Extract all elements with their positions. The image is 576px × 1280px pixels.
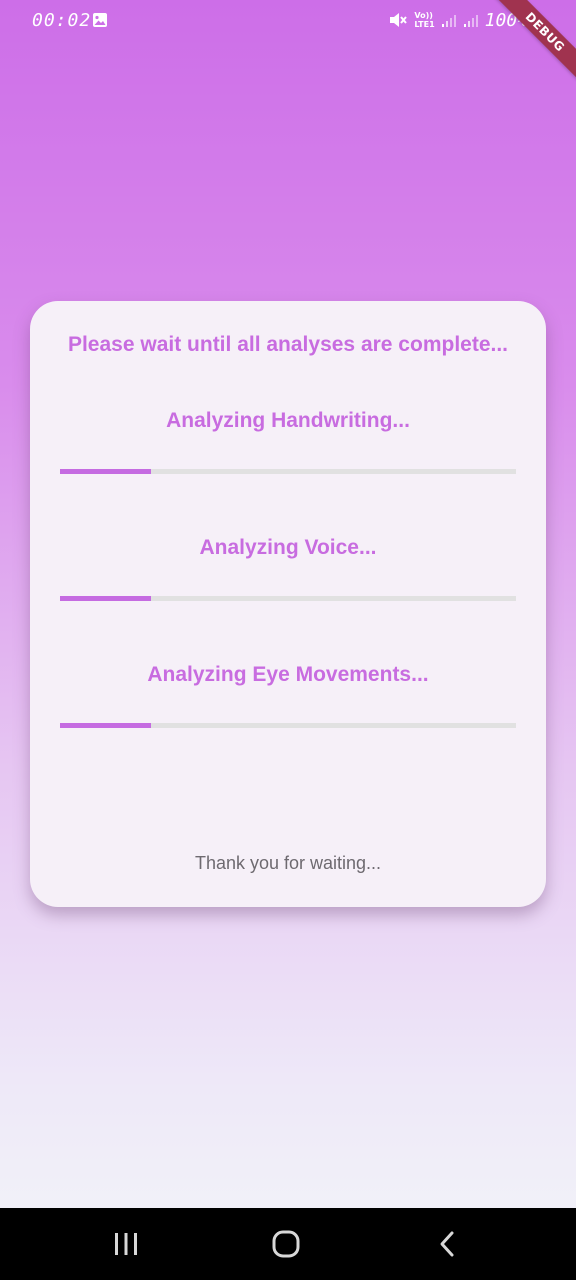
voice-label: Analyzing Voice...	[199, 536, 377, 559]
volte-bottom: LTE1	[414, 20, 435, 29]
status-bar: 00:02 Vo)) LTE1 100%	[0, 0, 576, 40]
analysis-card: Please wait until all analyses are compl…	[30, 301, 546, 907]
recent-apps-icon[interactable]	[110, 1228, 142, 1260]
volte-top: Vo))	[414, 11, 433, 20]
card-title: Please wait until all analyses are compl…	[67, 333, 509, 356]
handwriting-label: Analyzing Handwriting...	[166, 409, 410, 432]
eye-movement-progress-fill	[60, 723, 152, 728]
voice-progress-fill	[60, 596, 152, 601]
handwriting-progress-fill	[60, 469, 152, 474]
status-icons: Vo)) LTE1 100%	[388, 8, 528, 32]
home-icon[interactable]	[270, 1228, 302, 1260]
back-icon[interactable]	[432, 1228, 464, 1260]
voice-progress-bar	[60, 596, 516, 601]
eye-movement-label: Analyzing Eye Movements...	[147, 663, 429, 686]
signal-icon	[441, 15, 456, 27]
volte-indicator: Vo)) LTE1	[414, 11, 434, 29]
eye-movement-progress-bar	[60, 723, 516, 728]
footer-text: Thank you for waiting...	[194, 853, 382, 873]
signal-icon-2	[463, 15, 478, 27]
gallery-icon	[93, 13, 107, 27]
handwriting-progress-bar	[60, 469, 516, 474]
navigation-bar	[0, 1208, 576, 1280]
status-time: 00:02	[32, 10, 92, 31]
mute-icon	[390, 13, 408, 27]
